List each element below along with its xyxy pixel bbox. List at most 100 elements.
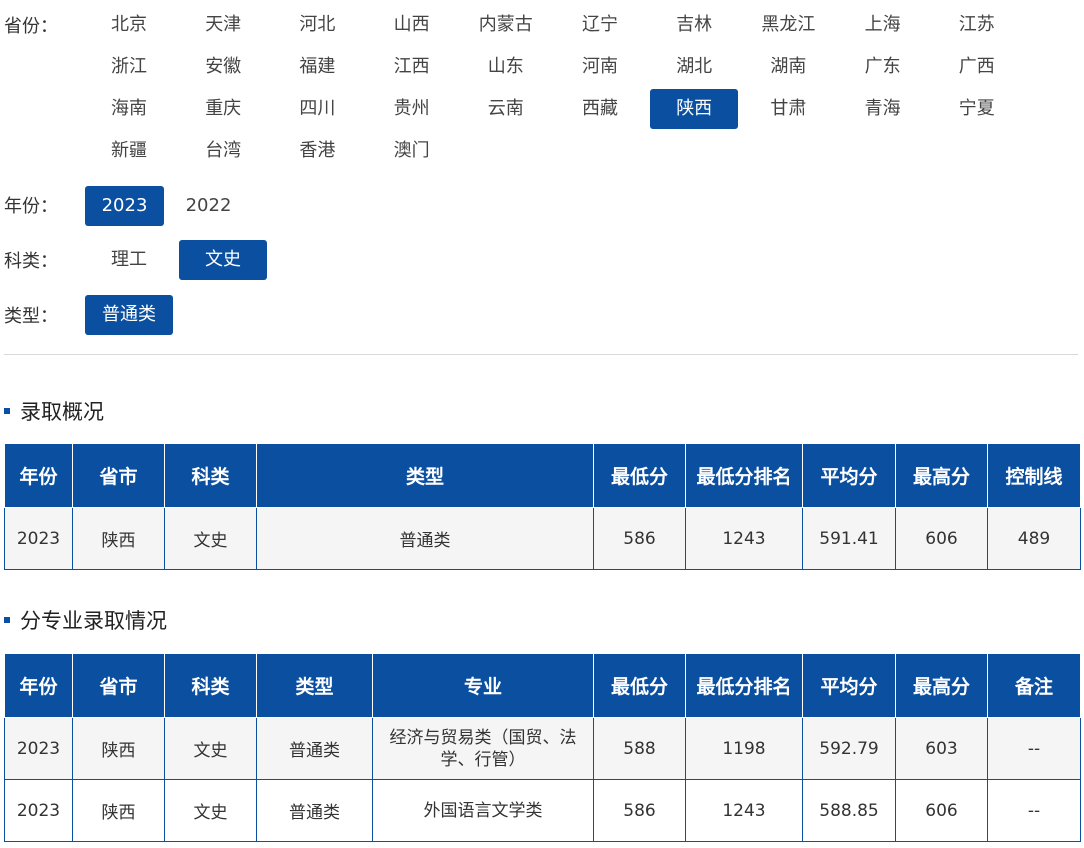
type-option[interactable]: 普通类 bbox=[85, 295, 173, 335]
column-header: 最低分 bbox=[593, 653, 686, 718]
province-option[interactable]: 贵州 bbox=[368, 89, 456, 129]
majors-title-text: 分专业录取情况 bbox=[20, 609, 167, 633]
table-cell: -- bbox=[987, 779, 1081, 842]
table-cell: 文史 bbox=[164, 717, 257, 780]
province-option[interactable]: 江西 bbox=[368, 47, 456, 87]
column-header: 最低分排名 bbox=[685, 653, 803, 718]
province-option[interactable]: 黑龙江 bbox=[744, 5, 832, 45]
column-header: 最低分排名 bbox=[685, 443, 803, 508]
table-cell: 2023 bbox=[4, 717, 73, 780]
province-option[interactable]: 天津 bbox=[179, 5, 267, 45]
province-option[interactable]: 台湾 bbox=[179, 131, 267, 171]
majors-section-title: 分专业录取情况 bbox=[4, 605, 167, 635]
column-header: 平均分 bbox=[802, 653, 896, 718]
province-option[interactable]: 内蒙古 bbox=[462, 5, 550, 45]
table-cell: 1198 bbox=[685, 717, 803, 780]
year-option[interactable]: 2023 bbox=[85, 186, 164, 226]
section-marker-icon bbox=[4, 617, 10, 623]
table-cell: 586 bbox=[593, 779, 686, 842]
province-option[interactable]: 广西 bbox=[933, 47, 1021, 87]
column-header: 省市 bbox=[72, 653, 165, 718]
year-option[interactable]: 2022 bbox=[169, 186, 248, 226]
table-cell: 606 bbox=[895, 507, 988, 570]
column-header: 平均分 bbox=[802, 443, 896, 508]
province-option[interactable]: 安徽 bbox=[179, 47, 267, 87]
divider bbox=[4, 354, 1078, 355]
province-option[interactable]: 湖南 bbox=[744, 47, 832, 87]
subject-label: 科类： bbox=[4, 251, 58, 272]
table-cell: 603 bbox=[895, 717, 988, 780]
province-option[interactable]: 新疆 bbox=[85, 131, 173, 171]
summary-section-title: 录取概况 bbox=[4, 396, 104, 426]
province-option[interactable]: 澳门 bbox=[368, 131, 456, 171]
table-cell: 1243 bbox=[685, 507, 803, 570]
table-cell: 陕西 bbox=[72, 779, 165, 842]
province-option[interactable]: 浙江 bbox=[85, 47, 173, 87]
table-cell: 普通类 bbox=[256, 717, 373, 780]
province-option[interactable]: 江苏 bbox=[933, 5, 1021, 45]
table-row: 2023 陕西 文史 普通类 经济与贸易类（国贸、法学、行管） 588 1198 592.79… bbox=[4, 717, 1081, 780]
province-option[interactable]: 甘肃 bbox=[744, 89, 832, 129]
province-option[interactable]: 上海 bbox=[839, 5, 927, 45]
province-option[interactable]: 湖北 bbox=[650, 47, 738, 87]
year-label: 年份： bbox=[4, 196, 58, 217]
table-cell: 陕西 bbox=[72, 507, 165, 570]
subject-option[interactable]: 文史 bbox=[179, 240, 267, 280]
province-option[interactable]: 海南 bbox=[85, 89, 173, 129]
province-option[interactable]: 山东 bbox=[462, 47, 550, 87]
province-option[interactable]: 云南 bbox=[462, 89, 550, 129]
province-option[interactable]: 吉林 bbox=[650, 5, 738, 45]
province-option[interactable]: 香港 bbox=[273, 131, 361, 171]
province-option[interactable]: 河南 bbox=[556, 47, 644, 87]
column-header: 省市 bbox=[72, 443, 165, 508]
column-header: 年份 bbox=[4, 653, 73, 718]
column-header: 专业 bbox=[372, 653, 594, 718]
column-header: 控制线 bbox=[987, 443, 1081, 508]
table-cell: 普通类 bbox=[256, 779, 373, 842]
table-row: 2023 陕西 文史 普通类 586 1243 591.41 606 489 bbox=[4, 507, 1081, 570]
province-option[interactable]: 宁夏 bbox=[933, 89, 1021, 129]
summary-table: 年份 省市 科类 类型 最低分 最低分排名 平均分 最高分 控制线 2023 陕西 文史 普通类 586… bbox=[4, 443, 1081, 570]
column-header: 最高分 bbox=[895, 443, 988, 508]
province-option[interactable]: 青海 bbox=[839, 89, 927, 129]
province-option[interactable]: 广东 bbox=[839, 47, 927, 87]
column-header: 类型 bbox=[256, 443, 594, 508]
province-option[interactable]: 山西 bbox=[368, 5, 456, 45]
table-cell: 2023 bbox=[4, 779, 73, 842]
table-cell: 经济与贸易类（国贸、法学、行管） bbox=[372, 717, 594, 780]
summary-header-row: 年份 省市 科类 类型 最低分 最低分排名 平均分 最高分 控制线 bbox=[4, 443, 1081, 508]
table-cell: 591.41 bbox=[802, 507, 896, 570]
type-label: 类型： bbox=[4, 306, 58, 327]
section-marker-icon bbox=[4, 408, 10, 414]
province-option[interactable]: 四川 bbox=[273, 89, 361, 129]
table-cell: -- bbox=[987, 717, 1081, 780]
column-header: 年份 bbox=[4, 443, 73, 508]
column-header: 最低分 bbox=[593, 443, 686, 508]
table-cell: 489 bbox=[987, 507, 1081, 570]
table-cell: 普通类 bbox=[256, 507, 594, 570]
table-row: 2023 陕西 文史 普通类 外国语言文学类 586 1243 588.85 606 -- bbox=[4, 779, 1081, 842]
table-cell: 606 bbox=[895, 779, 988, 842]
column-header: 最高分 bbox=[895, 653, 988, 718]
province-option[interactable]: 西藏 bbox=[556, 89, 644, 129]
province-option[interactable]: 重庆 bbox=[179, 89, 267, 129]
table-cell: 588 bbox=[593, 717, 686, 780]
province-option[interactable]: 辽宁 bbox=[556, 5, 644, 45]
column-header: 类型 bbox=[256, 653, 373, 718]
table-cell: 1243 bbox=[685, 779, 803, 842]
province-label: 省份： bbox=[4, 16, 58, 37]
province-option[interactable]: 北京 bbox=[85, 5, 173, 45]
table-cell: 文史 bbox=[164, 779, 257, 842]
subject-option[interactable]: 理工 bbox=[85, 240, 173, 280]
province-option[interactable]: 河北 bbox=[273, 5, 361, 45]
province-option[interactable]: 福建 bbox=[273, 47, 361, 87]
province-option[interactable]: 陕西 bbox=[650, 89, 739, 129]
summary-title-text: 录取概况 bbox=[20, 400, 104, 424]
column-header: 科类 bbox=[164, 653, 257, 718]
table-cell: 586 bbox=[593, 507, 686, 570]
table-cell: 外国语言文学类 bbox=[372, 779, 594, 842]
table-cell: 588.85 bbox=[802, 779, 896, 842]
table-cell: 陕西 bbox=[72, 717, 165, 780]
column-header: 科类 bbox=[164, 443, 257, 508]
column-header: 备注 bbox=[987, 653, 1081, 718]
